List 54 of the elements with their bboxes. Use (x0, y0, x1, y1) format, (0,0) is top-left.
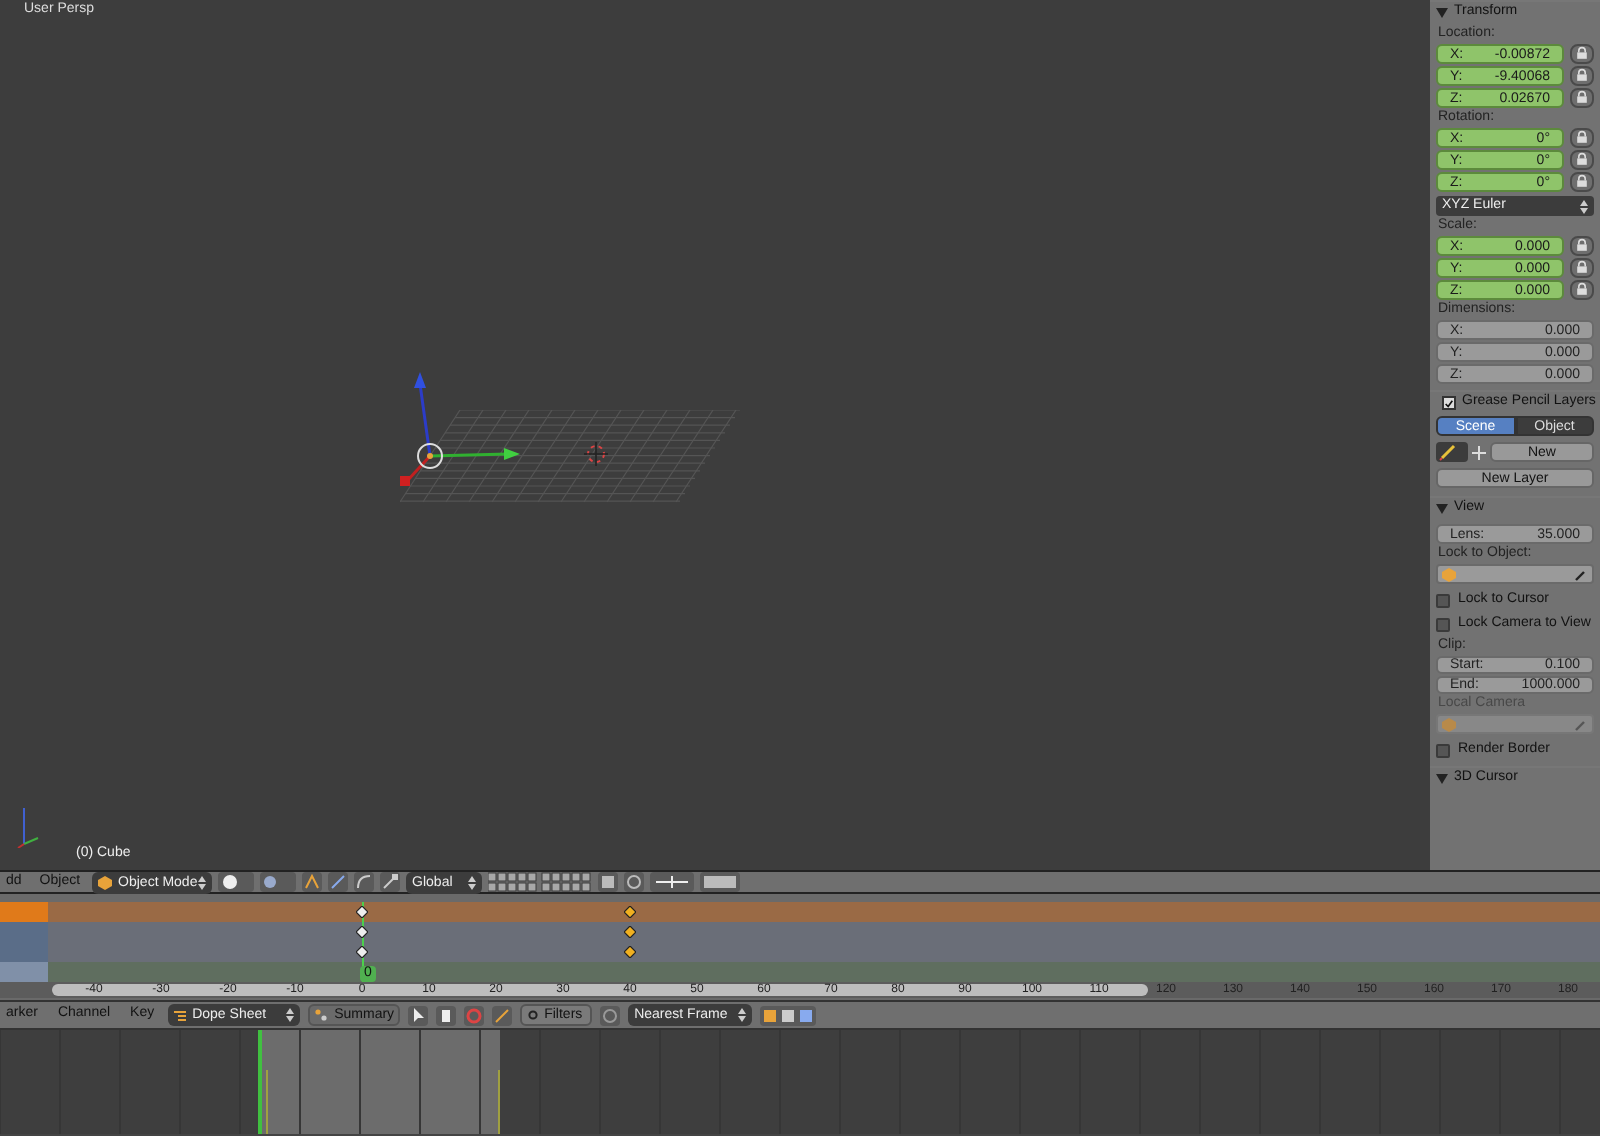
updown-arrows-icon (1580, 199, 1588, 213)
layer-grid-icon[interactable] (488, 872, 593, 892)
lock-icon[interactable] (1570, 44, 1594, 64)
snap-icon[interactable] (650, 872, 695, 892)
lock-icon[interactable] (1570, 128, 1594, 148)
manipulator-icon[interactable] (302, 872, 323, 892)
scrollbar-thumb[interactable] (52, 984, 1148, 996)
checkbox[interactable] (1442, 396, 1456, 410)
cube-icon (1442, 717, 1456, 731)
circle-icon (528, 1010, 539, 1020)
copy-paste-icon[interactable] (760, 1005, 817, 1025)
updown-arrows-icon (286, 1008, 295, 1022)
cube-icon (1442, 567, 1456, 581)
updown-arrows-icon (738, 1008, 747, 1022)
axis-indicator-icon (16, 804, 40, 848)
collapse-triangle-icon[interactable] (1436, 774, 1448, 784)
eyedropper-icon[interactable] (1574, 567, 1588, 581)
lock-icon[interactable] (1570, 150, 1594, 170)
pen-icon[interactable] (492, 1005, 513, 1025)
dots-icon (314, 1008, 329, 1022)
list-icon (174, 1009, 187, 1021)
updown-arrows-icon (198, 875, 207, 889)
keyframe-diamond-icon[interactable] (624, 906, 636, 918)
render-icon[interactable] (598, 872, 619, 892)
scale-icon[interactable] (380, 872, 401, 892)
circle-icon[interactable] (600, 1005, 621, 1025)
lock-icon[interactable] (1570, 88, 1594, 108)
keyframe-diamond-icon[interactable] (356, 926, 368, 938)
lock-icon[interactable] (1570, 258, 1594, 278)
updown-arrows-icon (468, 875, 477, 889)
proportional-edit-icon[interactable] (624, 872, 645, 892)
keyframe-diamond-icon[interactable] (624, 946, 636, 958)
rotate-arc-icon[interactable] (354, 872, 375, 892)
object-field[interactable] (1436, 564, 1594, 584)
checkmark-icon (1444, 397, 1454, 409)
cube-icon (98, 875, 113, 889)
pencil-icon[interactable] (1436, 442, 1468, 462)
checkbox[interactable] (1436, 617, 1450, 631)
keyframe-diamond-icon[interactable] (356, 946, 368, 958)
collapse-triangle-icon[interactable] (1436, 504, 1448, 514)
keyframe-diamond-icon[interactable] (624, 926, 636, 938)
opengl-render-icon[interactable] (700, 872, 741, 892)
checkbox[interactable] (1436, 743, 1450, 757)
checkbox[interactable] (1436, 593, 1450, 607)
keyframe-diamond-icon[interactable] (356, 906, 368, 918)
translate-arrow-icon[interactable] (328, 872, 349, 892)
plus-icon (1472, 445, 1486, 459)
lock-icon[interactable] (1570, 280, 1594, 300)
lock-icon[interactable] (1570, 66, 1594, 86)
collapse-triangle-icon[interactable] (1436, 8, 1448, 18)
camera-field[interactable] (1436, 714, 1594, 734)
lock-icon[interactable] (1570, 172, 1594, 192)
cursor-arrow-icon[interactable] (408, 1005, 429, 1025)
lock-icon[interactable] (1570, 236, 1594, 256)
